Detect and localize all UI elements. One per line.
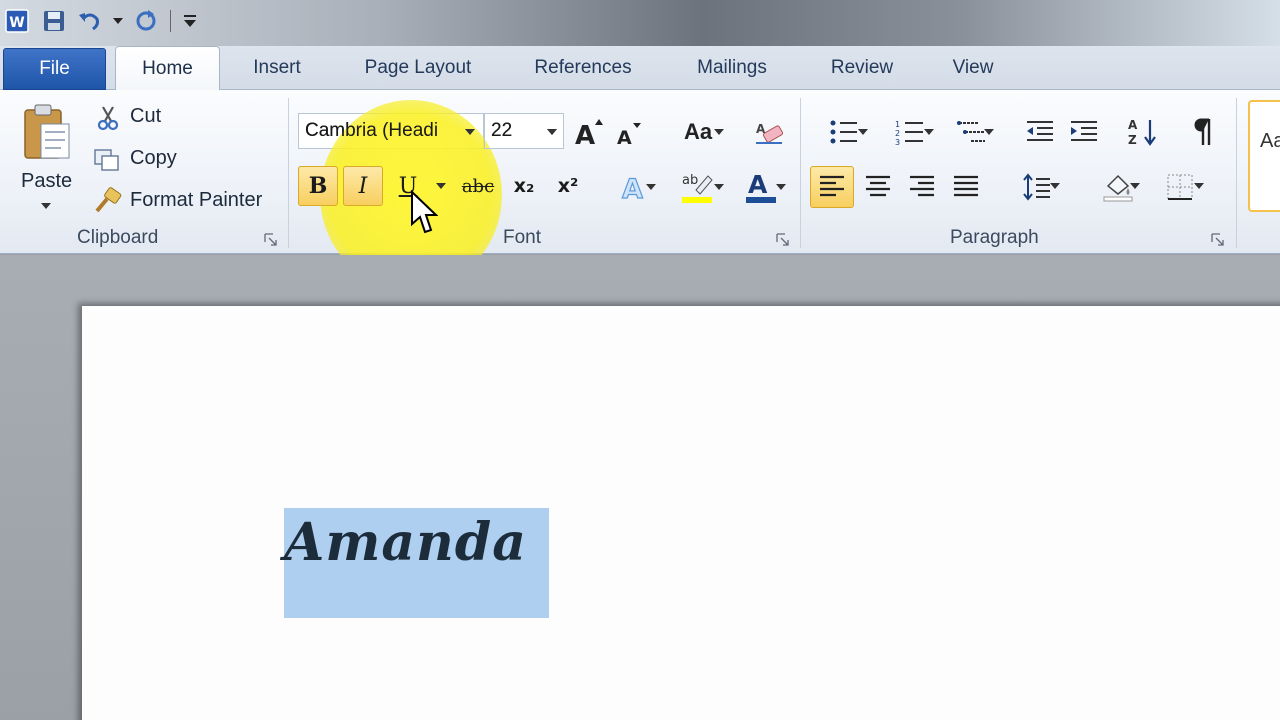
document-area [0,255,1280,720]
tab-mailings[interactable]: Mailings [680,46,784,90]
ribbon-tab-row: File Home Insert Page Layout References … [0,46,1280,91]
clipboard-dialog-launcher-icon[interactable] [264,233,278,247]
mouse-pointer-icon [410,189,439,241]
paste-button-label[interactable]: Paste [21,170,72,193]
redo-icon[interactable] [132,7,160,35]
styles-gallery[interactable]: Aa [1248,100,1280,212]
font-group-label: Font [503,227,542,248]
borders-icon[interactable] [1152,166,1208,208]
chevron-down-icon [1130,183,1140,189]
italic-button-overlay[interactable]: I [343,166,383,206]
copy-button[interactable]: Copy [130,147,177,170]
style-preview: Aa [1260,130,1280,152]
shrink-font-icon[interactable]: A [614,118,644,150]
save-icon[interactable] [40,7,68,35]
grow-font-icon[interactable]: A [572,114,606,150]
font-color-icon[interactable]: A [732,168,790,206]
svg-text:A: A [575,121,595,147]
tab-file[interactable]: File [3,48,106,90]
chevron-down-icon [1050,183,1060,189]
shading-icon[interactable] [1090,166,1146,208]
document-text[interactable]: Amanda [284,512,527,573]
undo-icon[interactable] [76,7,104,35]
customize-qat-icon[interactable] [181,7,199,35]
undo-dropdown-icon[interactable] [112,7,124,35]
line-spacing-icon[interactable] [1008,166,1066,208]
svg-text:2: 2 [895,129,900,138]
align-right-icon[interactable] [900,166,944,208]
align-left-icon[interactable] [810,166,854,208]
center-icon[interactable] [856,166,900,208]
justify-icon[interactable] [944,166,988,208]
svg-text:ab: ab [682,173,698,188]
svg-text:A: A [617,127,632,147]
highlight-color-icon[interactable]: ab [668,168,726,206]
font-name-overlay[interactable]: Cambria (Headi [298,113,484,149]
tab-references[interactable]: References [520,46,646,90]
svg-text:A: A [748,170,768,199]
tab-review[interactable]: Review [818,46,906,90]
svg-text:W: W [9,15,24,31]
tab-home[interactable]: Home [115,46,220,91]
svg-text:A: A [1128,118,1138,132]
numbering-icon[interactable]: 123 [880,114,940,150]
cut-icon[interactable] [94,104,122,132]
chevron-down-icon [714,184,724,190]
subscript-button[interactable]: x₂ [504,166,544,206]
multilevel-list-icon[interactable] [944,114,1000,150]
word-logo-icon[interactable]: W [4,7,32,35]
strikethrough-button-overlay[interactable]: abc [456,166,500,206]
svg-text:A: A [622,174,643,202]
copy-icon[interactable] [92,146,122,174]
chevron-down-icon [776,184,786,190]
chevron-down-icon [924,129,934,135]
chevron-down-icon [547,129,557,135]
chevron-down-icon [465,129,475,135]
bold-button-overlay[interactable]: B [298,166,338,206]
format-painter-button[interactable]: Format Painter [130,189,262,212]
paste-icon[interactable] [14,100,80,166]
group-separator [288,98,289,248]
paste-dropdown-icon[interactable] [41,203,51,209]
group-separator [1236,98,1237,248]
svg-text:3: 3 [895,138,900,145]
chevron-down-icon [714,129,724,135]
show-marks-icon[interactable] [1186,112,1224,152]
font-dialog-launcher-icon[interactable] [776,233,790,247]
document-page[interactable] [82,306,1280,720]
tab-page-layout[interactable]: Page Layout [348,46,488,90]
cut-button[interactable]: Cut [130,105,161,128]
paragraph-group-label: Paragraph [950,227,1039,248]
format-painter-icon[interactable] [92,186,124,216]
quick-access-toolbar: W [4,6,199,36]
tab-view[interactable]: View [940,46,1006,90]
clipboard-group-label: Clipboard [77,227,159,248]
bullets-icon[interactable] [814,114,874,150]
qat-separator [170,10,171,32]
sort-icon[interactable]: AZ [1122,112,1162,152]
group-separator [800,98,801,248]
change-case-icon[interactable]: Aa [672,114,724,150]
chevron-down-icon [984,129,994,135]
text-effects-icon[interactable]: A [608,168,660,206]
svg-text:1: 1 [895,120,900,129]
paragraph-dialog-launcher-icon[interactable] [1211,233,1225,247]
superscript-button[interactable]: x² [548,166,588,206]
title-bar: W [0,0,1280,46]
underline-dropdown-icon[interactable] [436,183,446,189]
decrease-indent-icon[interactable] [1020,114,1060,150]
clear-formatting-icon[interactable]: A [750,114,788,150]
tab-insert[interactable]: Insert [236,46,318,90]
svg-text:Z: Z [1128,133,1137,147]
chevron-down-icon [1194,183,1204,189]
chevron-down-icon [646,184,656,190]
ribbon: Paste Cut Copy Format Painter Clipboard … [0,90,1280,254]
font-size-overlay[interactable]: 22 [484,113,564,149]
increase-indent-icon[interactable] [1064,114,1104,150]
chevron-down-icon [858,129,868,135]
